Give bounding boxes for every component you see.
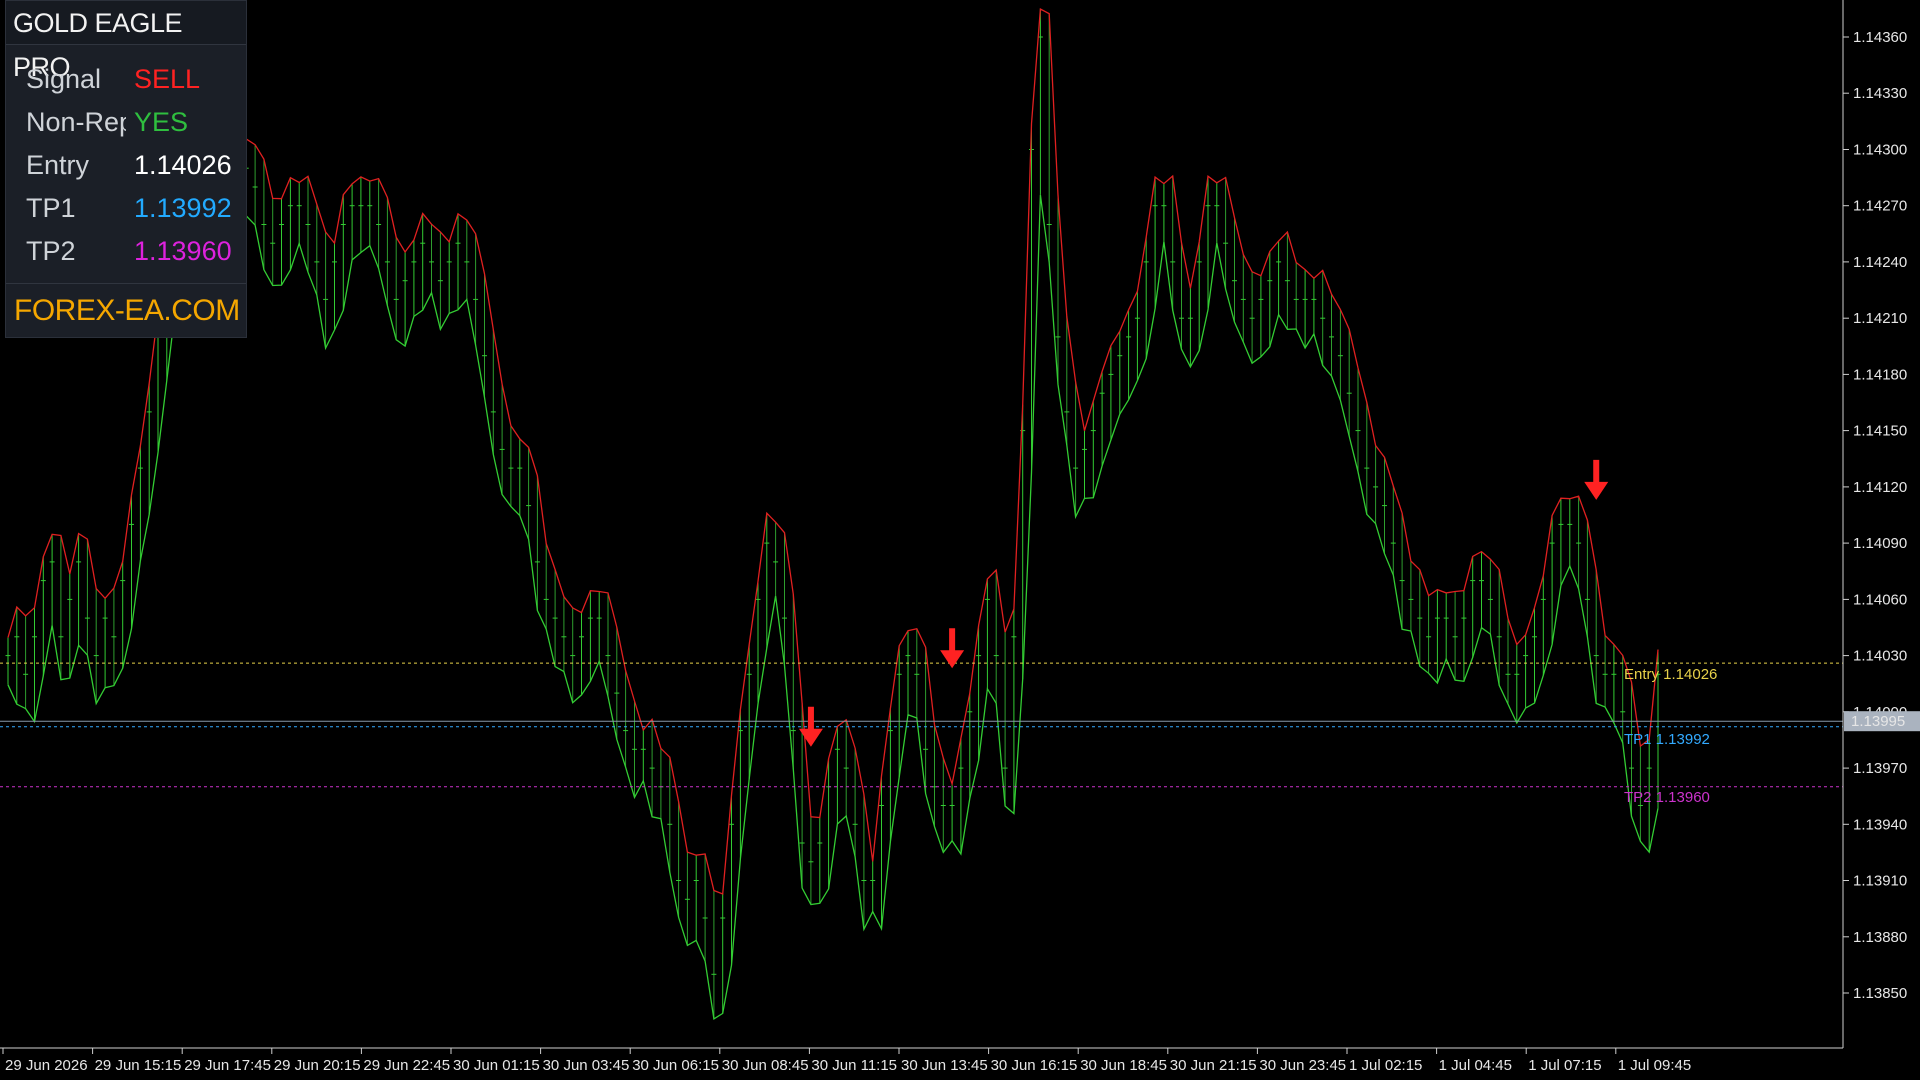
price-tick-label: 1.13850: [1853, 985, 1907, 1002]
tp2-value: 1.13960: [134, 236, 232, 266]
non-repaint-row: Non-Repaint YES: [6, 102, 246, 142]
tp1-row: TP1 1.13992: [6, 188, 246, 228]
time-tick-label: 30 Jun 21:15: [1170, 1057, 1257, 1074]
time-tick-label: 30 Jun 23:45: [1259, 1057, 1346, 1074]
price-chart[interactable]: Entry 1.14026 TP1 1.13992 TP2 1.13960 1.…: [0, 0, 1920, 1080]
panel-title: GOLD EAGLE PRO: [6, 1, 246, 82]
time-tick-label: 29 Jun 20:15: [274, 1057, 361, 1074]
signal-label: Signal: [26, 64, 102, 94]
signal-panel: GOLD EAGLE PRO Signal SELL Non-Repaint Y…: [5, 0, 247, 338]
time-tick-label: 30 Jun 03:45: [543, 1057, 630, 1074]
tp1-label: TP1: [26, 193, 76, 223]
tp2-level-label: TP2 1.13960: [1624, 789, 1710, 806]
time-tick-label: 30 Jun 08:45: [722, 1057, 809, 1074]
time-tick-label: 30 Jun 11:15: [811, 1057, 897, 1074]
price-tick-label: 1.13970: [1853, 760, 1907, 777]
current-price-label: 1.13995: [1851, 713, 1905, 730]
time-tick-label: 29 Jun 22:45: [363, 1057, 450, 1074]
price-tick-label: 1.14060: [1853, 591, 1907, 608]
entry-row: Entry 1.14026: [6, 145, 246, 185]
time-tick-label: 30 Jun 16:15: [991, 1057, 1078, 1074]
signal-row: Signal SELL: [6, 59, 246, 99]
entry-label: Entry: [26, 150, 90, 180]
tp1-value: 1.13992: [134, 193, 232, 223]
time-tick-label: 30 Jun 18:45: [1080, 1057, 1167, 1074]
time-tick-label: 1 Jul 09:45: [1618, 1057, 1691, 1074]
price-tick-label: 1.14360: [1853, 29, 1907, 46]
price-tick-label: 1.14090: [1853, 535, 1907, 552]
non-repaint-label: Non-Repaint: [26, 107, 126, 137]
tp1-level-label: TP1 1.13992: [1624, 731, 1710, 748]
time-tick-label: 1 Jul 04:45: [1439, 1057, 1512, 1074]
price-tick-label: 1.13940: [1853, 816, 1907, 833]
non-repaint-value: YES: [134, 107, 189, 137]
price-tick-label: 1.14240: [1853, 254, 1907, 271]
chart-background: [0, 0, 1920, 1080]
signal-value: SELL: [134, 64, 201, 94]
price-tick-label: 1.14210: [1853, 310, 1907, 327]
price-tick-label: 1.14270: [1853, 198, 1907, 215]
time-tick-label: 29 Jun 17:45: [184, 1057, 271, 1074]
time-tick-label: 29 Jun 2026: [5, 1057, 88, 1074]
tp2-row: TP2 1.13960: [6, 231, 246, 271]
price-tick-label: 1.14030: [1853, 648, 1907, 665]
price-tick-label: 1.14150: [1853, 423, 1907, 440]
price-tick-label: 1.14330: [1853, 85, 1907, 102]
entry-value: 1.14026: [134, 150, 232, 180]
time-tick-label: 1 Jul 07:15: [1528, 1057, 1601, 1074]
time-tick-label: 1 Jul 02:15: [1349, 1057, 1422, 1074]
price-tick-label: 1.14120: [1853, 479, 1907, 496]
time-tick-label: 30 Jun 06:15: [632, 1057, 719, 1074]
tp2-label: TP2: [26, 236, 76, 266]
price-tick-label: 1.13910: [1853, 873, 1907, 890]
brand-watermark: FOREX-EA.COM: [6, 283, 246, 337]
time-tick-label: 30 Jun 13:45: [901, 1057, 988, 1074]
entry-level-label: Entry 1.14026: [1624, 666, 1717, 683]
price-tick-label: 1.14300: [1853, 142, 1907, 159]
time-tick-label: 30 Jun 01:15: [453, 1057, 540, 1074]
price-tick-label: 1.14180: [1853, 366, 1907, 383]
price-tick-label: 1.13880: [1853, 929, 1907, 946]
time-tick-label: 29 Jun 15:15: [95, 1057, 182, 1074]
